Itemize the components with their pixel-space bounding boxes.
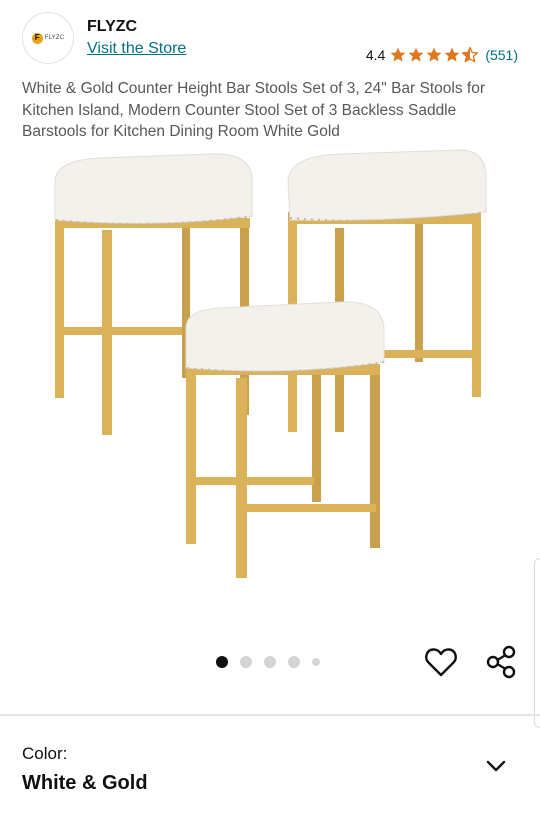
brand-header: F FLYZC FLYZC Visit the Store 4.4 (551): [0, 0, 540, 76]
carousel-dot[interactable]: [216, 656, 228, 668]
star-icon: [408, 47, 424, 62]
rating-value: 4.4: [365, 47, 386, 63]
product-image[interactable]: [40, 142, 510, 592]
star-icon: [426, 47, 442, 62]
half-star-icon: [462, 46, 479, 63]
brand-logo[interactable]: F FLYZC: [22, 12, 74, 64]
color-label: Color:: [22, 744, 68, 763]
color-value[interactable]: White & Gold: [22, 772, 148, 795]
side-panel-edge[interactable]: [534, 558, 540, 728]
visit-store-link[interactable]: Visit the Store: [87, 40, 186, 58]
carousel-dot[interactable]: [240, 656, 252, 668]
star-icon: [444, 47, 460, 62]
carousel-dot[interactable]: [312, 658, 320, 666]
carousel-dot[interactable]: [264, 656, 276, 668]
carousel-dot[interactable]: [288, 656, 300, 668]
stool-back-left: [54, 153, 253, 435]
rating-summary[interactable]: 4.4 (551): [366, 46, 518, 64]
product-title: White & Gold Counter Height Bar Stools S…: [22, 80, 485, 140]
section-divider: [0, 714, 540, 716]
brand-logo-text: FLYZC: [44, 35, 65, 41]
image-carousel-indicator: [216, 656, 320, 668]
heart-icon[interactable]: [424, 646, 458, 678]
brand-logo-mark: F: [31, 32, 43, 44]
stool-front: [185, 301, 385, 578]
rating-count-link[interactable]: (551): [485, 47, 518, 63]
brand-name[interactable]: FLYZC: [87, 18, 137, 36]
share-icon[interactable]: [484, 644, 518, 680]
star-icon: [390, 47, 406, 62]
star-rating: [389, 46, 479, 64]
chevron-down-icon[interactable]: [484, 756, 508, 776]
